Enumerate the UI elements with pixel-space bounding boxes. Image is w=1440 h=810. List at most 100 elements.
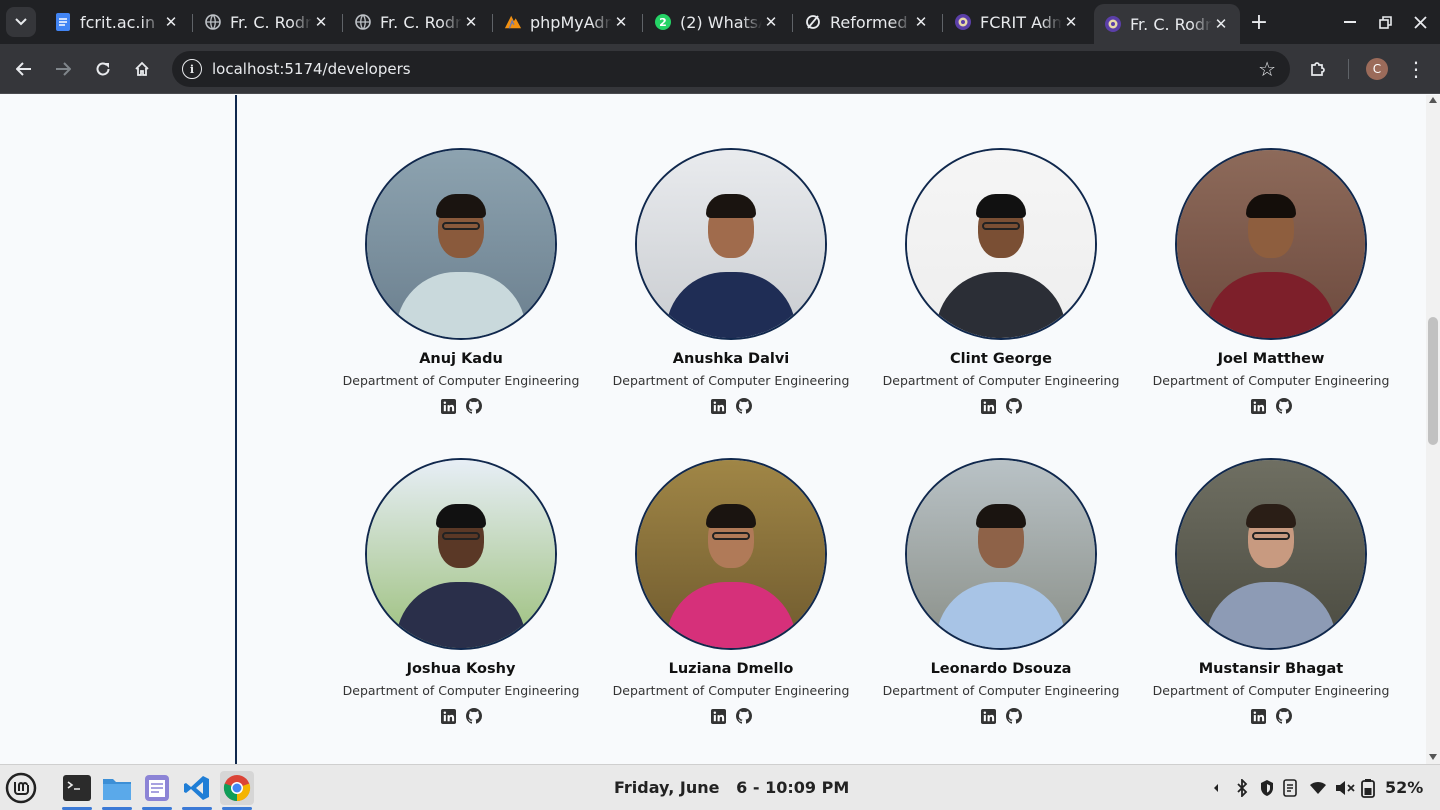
github-icon[interactable] — [1006, 398, 1022, 414]
reload-icon — [96, 62, 110, 76]
minimize-button[interactable] — [1336, 8, 1364, 36]
github-icon[interactable] — [736, 398, 752, 414]
linkedin-icon[interactable] — [710, 708, 726, 724]
tab-close-icon[interactable]: ✕ — [1212, 15, 1230, 33]
browser-tab[interactable]: Fr. C. Rodrigues✕ — [194, 6, 340, 38]
text-editor-app[interactable] — [140, 771, 174, 810]
bookmark-star-icon[interactable]: ☆ — [1258, 57, 1276, 81]
tab-search-button[interactable] — [6, 7, 36, 37]
scroll-down-arrow-icon[interactable] — [1429, 754, 1437, 760]
photo-glasses — [442, 532, 480, 540]
tab-close-icon[interactable]: ✕ — [762, 13, 780, 31]
developer-department: Department of Computer Engineering — [612, 683, 850, 698]
developer-photo — [635, 458, 827, 650]
github-icon[interactable] — [736, 708, 752, 724]
files-app[interactable] — [100, 771, 134, 810]
new-tab-button[interactable]: + — [1246, 8, 1272, 36]
developer-card: Mustansir Bhagat Department of Computer E… — [1136, 458, 1406, 748]
photo-hair — [436, 504, 486, 528]
tab-separator — [342, 14, 343, 32]
extensions-button[interactable] — [1303, 54, 1333, 84]
terminal-app[interactable] — [60, 771, 94, 810]
browser-tab[interactable]: 2 (2) WhatsApp✕ — [644, 6, 790, 38]
reload-icon — [804, 13, 822, 31]
linkedin-icon[interactable] — [440, 398, 456, 414]
bluetooth-icon[interactable] — [1236, 777, 1248, 799]
address-url[interactable]: localhost:5174/developers — [212, 60, 411, 78]
page-scrollbar[interactable] — [1426, 95, 1440, 764]
photo-hair — [436, 194, 486, 218]
developer-name: Mustansir Bhagat — [1198, 661, 1344, 677]
browser-tab[interactable]: Fr. C. Rodrigues✕ — [344, 6, 490, 38]
developer-name: Joshua Koshy — [406, 661, 516, 677]
tab-close-icon[interactable]: ✕ — [1062, 13, 1080, 31]
github-icon[interactable] — [1276, 398, 1292, 414]
text-editor-icon — [145, 775, 169, 801]
developer-photo — [905, 148, 1097, 340]
battery-icon[interactable] — [1361, 777, 1375, 799]
browser-tab[interactable]: Reformed ✕ — [794, 6, 940, 38]
address-bar[interactable]: i localhost:5174/developers ☆ — [172, 51, 1290, 87]
scroll-up-arrow-icon[interactable] — [1429, 97, 1437, 103]
home-button[interactable] — [127, 54, 157, 84]
chrome-app[interactable] — [220, 771, 254, 810]
linkedin-icon[interactable] — [710, 398, 726, 414]
tab-close-icon[interactable]: ✕ — [612, 13, 630, 31]
developer-photo — [635, 148, 827, 340]
github-icon[interactable] — [1006, 708, 1022, 724]
browser-tab[interactable]: phpMyAdmin✕ — [494, 6, 640, 38]
vscode-app[interactable] — [180, 771, 214, 810]
notes-icon[interactable] — [1283, 777, 1297, 799]
back-button[interactable] — [9, 54, 39, 84]
browser-tab[interactable]: Fr. C. Rodrigues✕ — [1094, 4, 1240, 44]
taskbar-clock[interactable]: Friday, June 6 - 10:09 PM — [614, 778, 849, 797]
github-icon[interactable] — [466, 398, 482, 414]
folder-icon — [103, 779, 131, 800]
tab-separator — [192, 14, 193, 32]
photo-glasses — [1252, 532, 1290, 540]
volume-muted-icon[interactable] — [1335, 777, 1355, 799]
svg-text:2: 2 — [659, 16, 667, 29]
github-icon[interactable] — [466, 708, 482, 724]
linkedin-icon[interactable] — [980, 398, 996, 414]
tray-expand-arrow-icon[interactable] — [1212, 777, 1220, 799]
mint-menu-button[interactable] — [4, 771, 38, 805]
forward-button[interactable] — [48, 54, 78, 84]
page-viewport: Anuj Kadu Department of Computer Engineer… — [0, 95, 1426, 764]
toolbar-separator — [1348, 59, 1349, 79]
linkedin-icon[interactable] — [1250, 398, 1266, 414]
github-icon[interactable] — [1276, 708, 1292, 724]
tab-close-icon[interactable]: ✕ — [912, 13, 930, 31]
close-icon — [1413, 15, 1427, 29]
browser-tab[interactable]: fcrit.ac.in ✕ — [44, 6, 190, 38]
wifi-icon[interactable] — [1309, 777, 1327, 799]
tab-close-icon[interactable]: ✕ — [462, 13, 480, 31]
tab-title: Fr. C. Rodrigues — [230, 12, 312, 32]
tab-close-icon[interactable]: ✕ — [312, 13, 330, 31]
tab-close-icon[interactable]: ✕ — [162, 13, 180, 31]
browser-menu-button[interactable]: ⋮ — [1403, 54, 1429, 84]
linkedin-icon[interactable] — [440, 708, 456, 724]
scroll-thumb[interactable] — [1428, 317, 1438, 445]
developer-links — [326, 398, 596, 414]
fcrit-logo-icon — [1104, 15, 1122, 33]
developer-photo — [1175, 148, 1367, 340]
minimize-icon — [1344, 21, 1356, 23]
developer-name: Joel Matthew — [1217, 351, 1325, 367]
browser-tab[interactable]: FCRIT Admin✕ — [944, 6, 1090, 38]
shield-icon[interactable] — [1259, 777, 1275, 799]
tab-separator — [642, 14, 643, 32]
developer-department: Department of Computer Engineering — [342, 683, 580, 698]
profile-avatar[interactable]: C — [1366, 58, 1388, 80]
linkedin-icon[interactable] — [980, 708, 996, 724]
photo-hair — [1246, 194, 1296, 218]
reload-button[interactable] — [88, 54, 118, 84]
puzzle-icon — [1311, 62, 1325, 76]
close-window-button[interactable] — [1406, 8, 1434, 36]
site-info-icon[interactable]: i — [182, 59, 202, 79]
restore-button[interactable] — [1371, 8, 1399, 36]
tab-separator — [492, 14, 493, 32]
sidebar-border — [235, 95, 237, 764]
linkedin-icon[interactable] — [1250, 708, 1266, 724]
developer-card: Clint George Department of Computer Engin… — [866, 148, 1136, 438]
